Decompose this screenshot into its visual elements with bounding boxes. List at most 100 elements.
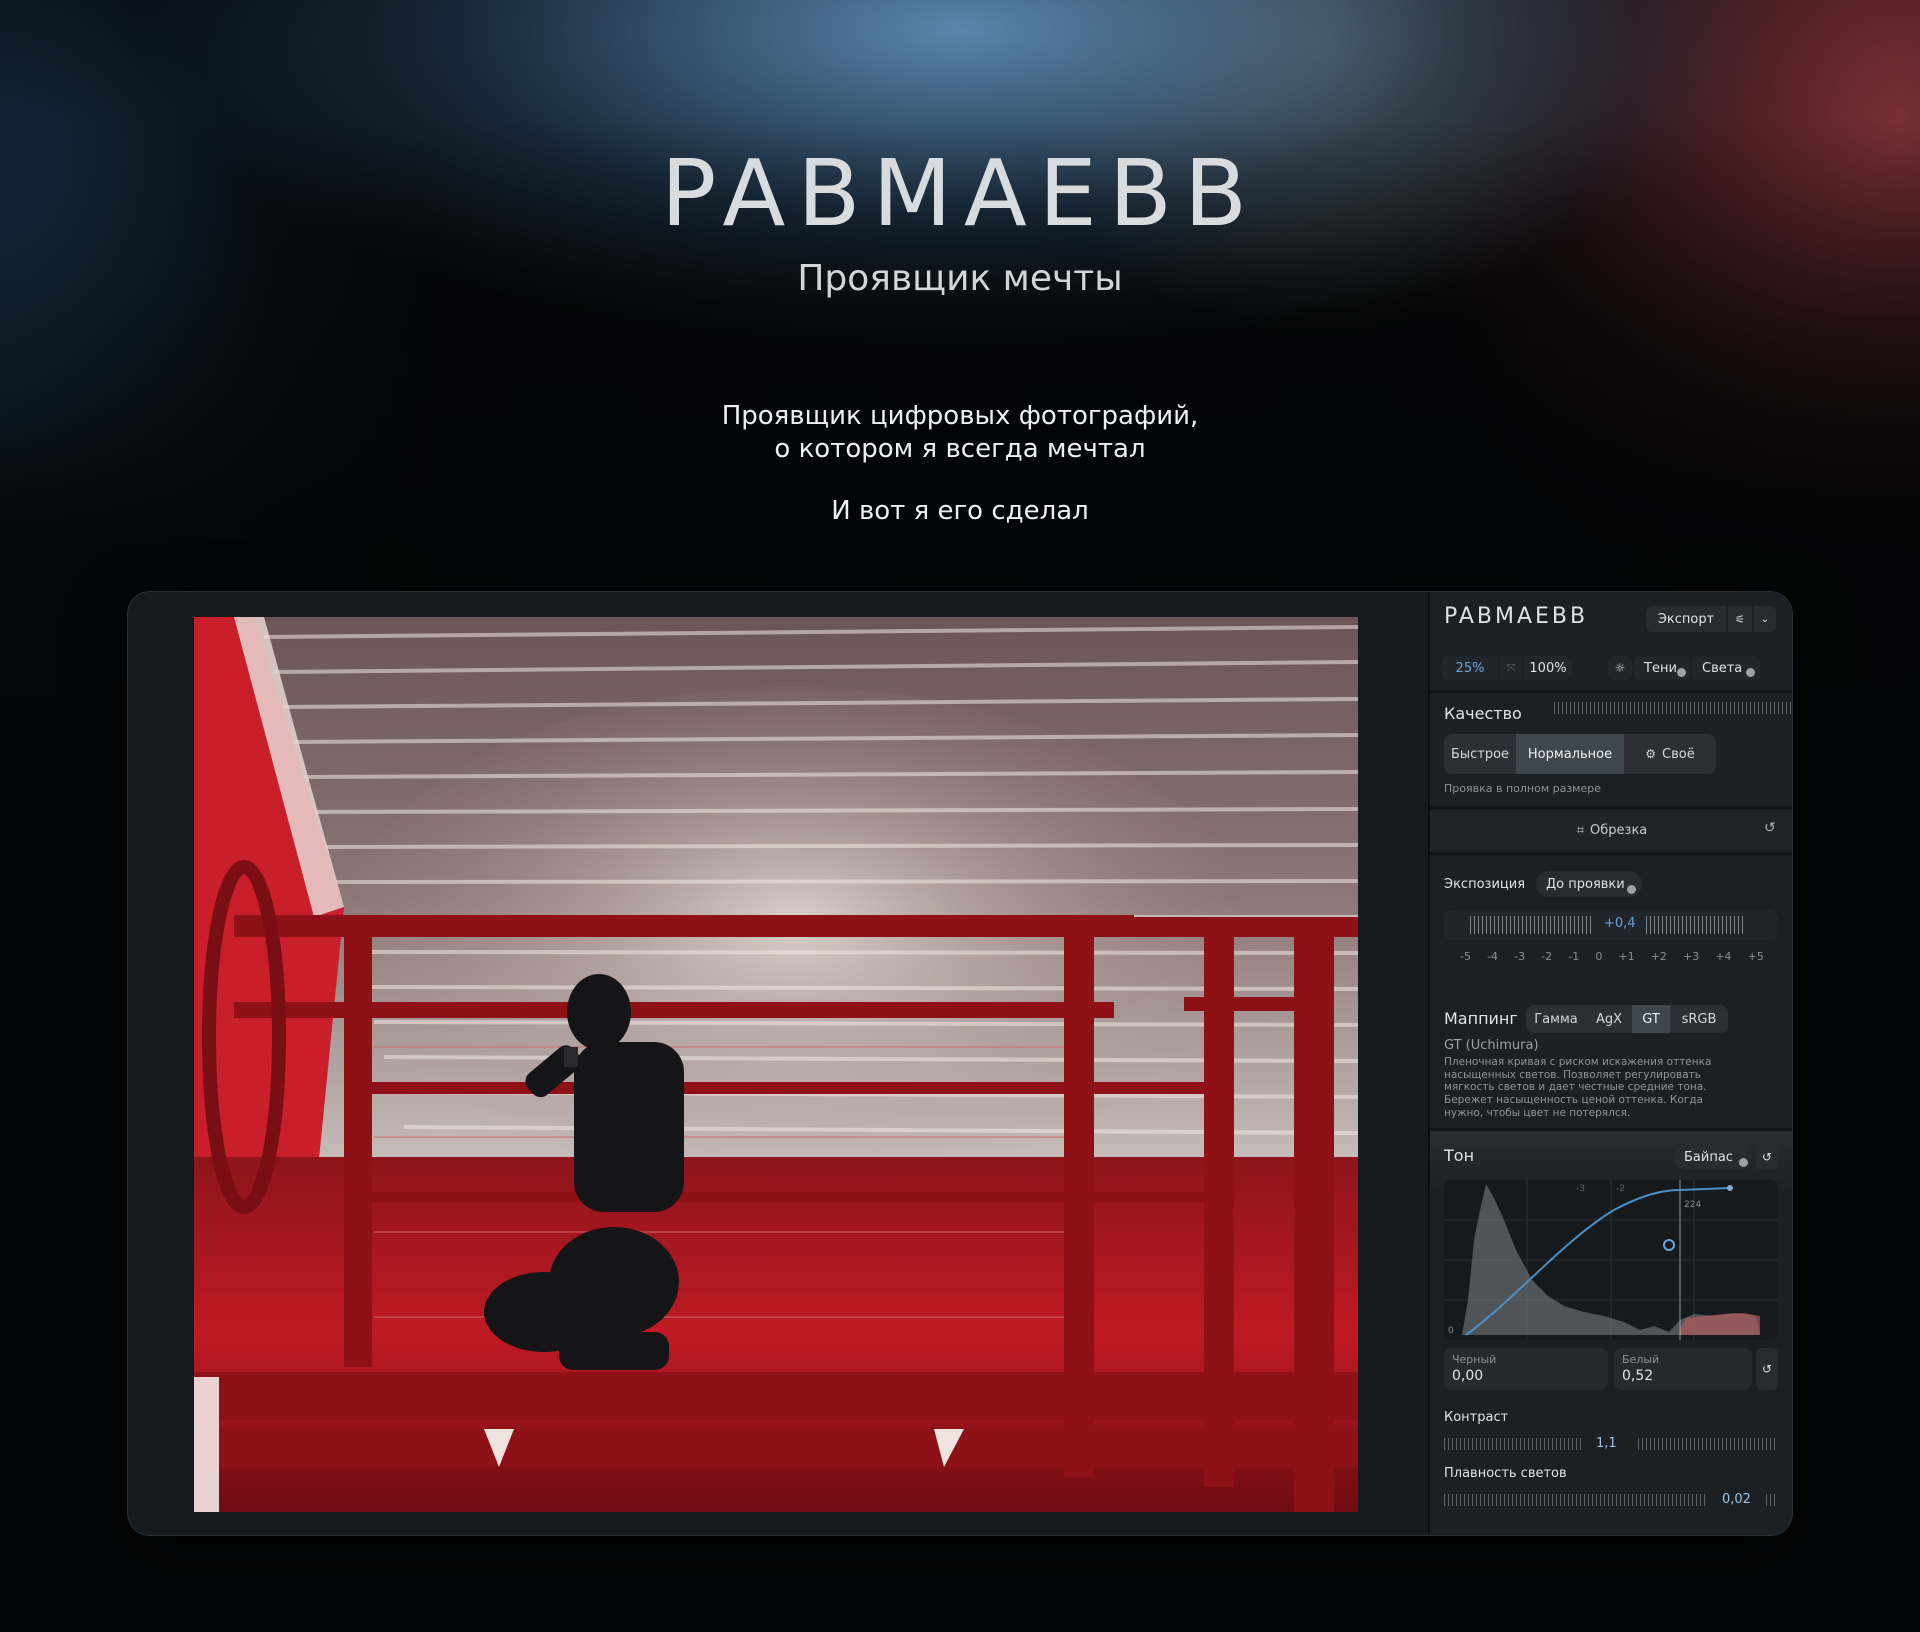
crop-icon: ⌗ <box>1576 822 1585 838</box>
white-point-value: 0,52 <box>1622 1368 1654 1384</box>
white-point-field[interactable]: Белый 0,52 <box>1614 1348 1752 1390</box>
graph-label-minus3: -3 <box>1576 1184 1585 1194</box>
curve-endpoint-handle[interactable] <box>1727 1185 1733 1191</box>
highlight-rolloff-slider[interactable]: 0,02 <box>1444 1488 1778 1512</box>
highlights-clip-label: Света <box>1702 660 1743 676</box>
reset-icon: ↺ <box>1761 1150 1773 1164</box>
mapping-srgb-option[interactable]: sRGB <box>1670 1005 1728 1033</box>
mapping-description-note: Бережет насыщенность ценой оттенка. Когд… <box>1444 1094 1704 1119</box>
exposure-before-toggle[interactable]: До проявки <box>1536 871 1642 897</box>
divider <box>1430 852 1792 855</box>
crop-button[interactable]: ⌗ Обрезка <box>1430 810 1792 850</box>
mapping-gamma-option[interactable]: Гамма <box>1526 1005 1586 1033</box>
quality-custom-option[interactable]: ⚙ Своё <box>1624 734 1716 774</box>
graph-marker-value: 224 <box>1684 1200 1702 1210</box>
graph-label-zero: 0 <box>1448 1326 1454 1336</box>
tone-reset-button[interactable]: ↺ <box>1756 1144 1778 1170</box>
mapping-title: Маппинг <box>1444 1009 1518 1028</box>
chevron-down-icon: ⌄ <box>1760 613 1770 625</box>
exposure-scale-mark: 0 <box>1595 950 1603 963</box>
clipping-warning-button[interactable]: ☼ <box>1608 656 1632 680</box>
quality-ruler <box>1554 702 1792 718</box>
exposure-scale-mark: +4 <box>1715 950 1732 963</box>
exposure-scale-mark: +1 <box>1618 950 1635 963</box>
reset-icon: ↺ <box>1761 1362 1773 1376</box>
hero-logo: PABMAEBB <box>660 140 1260 247</box>
hero-description-final: И вот я его сделал <box>831 496 1089 526</box>
image-viewer[interactable] <box>128 592 1428 1535</box>
contrast-ticks-right <box>1638 1438 1778 1450</box>
quality-hint: Проявка в полном размере <box>1444 782 1602 795</box>
quality-title: Качество <box>1444 704 1522 723</box>
app-logo: PABMAEBB <box>1444 604 1589 629</box>
exposure-scale-mark: +3 <box>1683 950 1700 963</box>
hero-description-line: о котором я всегда мечтал <box>774 434 1146 464</box>
export-button-label: Экспорт <box>1657 611 1715 627</box>
tone-bypass-label: Байпас <box>1684 1149 1733 1165</box>
exposure-scale-mark: -3 <box>1514 950 1526 963</box>
zoom-full-button[interactable]: 100% <box>1524 656 1572 680</box>
tone-title: Тон <box>1444 1146 1475 1165</box>
exposure-slider-ticks-left <box>1470 916 1594 934</box>
white-point-label: Белый <box>1622 1353 1660 1366</box>
expand-icon: ⤧ <box>1507 662 1515 674</box>
mapping-agx-option[interactable]: AgX <box>1586 1005 1632 1033</box>
mapping-gt-option[interactable]: GT <box>1632 1005 1670 1033</box>
crop-label: Обрезка <box>1590 822 1648 838</box>
shadows-toggle-knob <box>1677 668 1686 677</box>
mapping-description: Пленочная кривая с риском искажения отте… <box>1444 1056 1712 1093</box>
tone-curve-svg <box>1444 1180 1778 1340</box>
mapping-selector: Гамма AgX GT sRGB <box>1526 1005 1728 1033</box>
zoom-full-label: 100% <box>1529 660 1567 676</box>
exposure-scale-mark: -1 <box>1568 950 1580 963</box>
export-menu-button[interactable]: ⌄ <box>1754 606 1776 632</box>
highlight-rolloff-ticks <box>1444 1494 1708 1506</box>
exposure-value: +0,4 <box>1604 916 1636 931</box>
exposure-slider[interactable]: +0,4 <box>1444 910 1778 940</box>
black-point-field[interactable]: Черный 0,00 <box>1444 1348 1608 1390</box>
app-window: PABMAEBB Экспорт ⚟ ⌄ 25% ⤧ 100% ☼ Тени С… <box>128 592 1792 1535</box>
export-settings-button[interactable]: ⚟ <box>1728 606 1752 632</box>
zoom-fit-button[interactable]: 25% <box>1442 656 1498 680</box>
exposure-before-label: До проявки <box>1546 876 1625 892</box>
exposure-scale-mark: +2 <box>1650 950 1667 963</box>
quality-fast-option[interactable]: Быстрое <box>1444 734 1516 774</box>
gear-icon: ⚙ <box>1645 747 1657 761</box>
sliders-icon: ⚟ <box>1735 612 1745 626</box>
points-reset-button[interactable]: ↺ <box>1756 1348 1778 1390</box>
hero-description-line: Проявщик цифровых фотографий, <box>721 401 1199 431</box>
black-point-label: Черный <box>1452 1353 1497 1366</box>
hero-tagline: Проявщик мечты <box>797 258 1123 299</box>
mapping-name: GT (Uchimura) <box>1444 1038 1539 1053</box>
curve-midpoint-handle[interactable] <box>1663 1239 1675 1251</box>
black-point-value: 0,00 <box>1452 1368 1484 1384</box>
contrast-slider[interactable]: 1,1 <box>1444 1432 1778 1456</box>
exposure-scale-mark: -5 <box>1460 950 1471 963</box>
exposure-toggle-knob <box>1627 885 1636 894</box>
highlight-rolloff-label: Плавность светов <box>1444 1466 1567 1481</box>
quality-normal-option[interactable]: Нормальное <box>1516 734 1624 774</box>
quality-selector: Быстрое Нормальное ⚙ Своё <box>1444 734 1716 774</box>
highlights-toggle-knob <box>1746 668 1755 677</box>
tone-curve-graph[interactable]: -3 -2 224 0 <box>1444 1180 1778 1340</box>
contrast-value: 1,1 <box>1596 1436 1617 1451</box>
exposure-scale-mark: -4 <box>1487 950 1499 963</box>
zoom-swap-button[interactable]: ⤧ <box>1500 656 1522 680</box>
crop-reset-icon[interactable]: ↺ <box>1764 820 1776 836</box>
exposure-slider-ticks-right <box>1646 916 1746 934</box>
divider <box>1430 806 1792 809</box>
photo-illustration <box>194 617 1358 1512</box>
photo-preview[interactable] <box>194 617 1358 1512</box>
exposure-scale-mark: +5 <box>1747 950 1764 963</box>
zoom-fit-label: 25% <box>1455 660 1485 676</box>
export-button[interactable]: Экспорт <box>1646 606 1726 632</box>
exposure-title: Экспозиция <box>1444 877 1526 892</box>
quality-custom-label: Своё <box>1662 746 1695 762</box>
side-panel: PABMAEBB Экспорт ⚟ ⌄ 25% ⤧ 100% ☼ Тени С… <box>1428 592 1792 1535</box>
hero-description: Проявщик цифровых фотографий, о котором … <box>0 400 1920 466</box>
highlight-rolloff-value: 0,02 <box>1722 1492 1751 1507</box>
highlight-rolloff-ticks-end <box>1766 1494 1778 1506</box>
tone-bypass-knob <box>1739 1158 1748 1167</box>
exposure-scale-mark: -2 <box>1541 950 1553 963</box>
exposure-scale: -5 -4 -3 -2 -1 0 +1 +2 +3 +4 +5 <box>1460 950 1764 963</box>
